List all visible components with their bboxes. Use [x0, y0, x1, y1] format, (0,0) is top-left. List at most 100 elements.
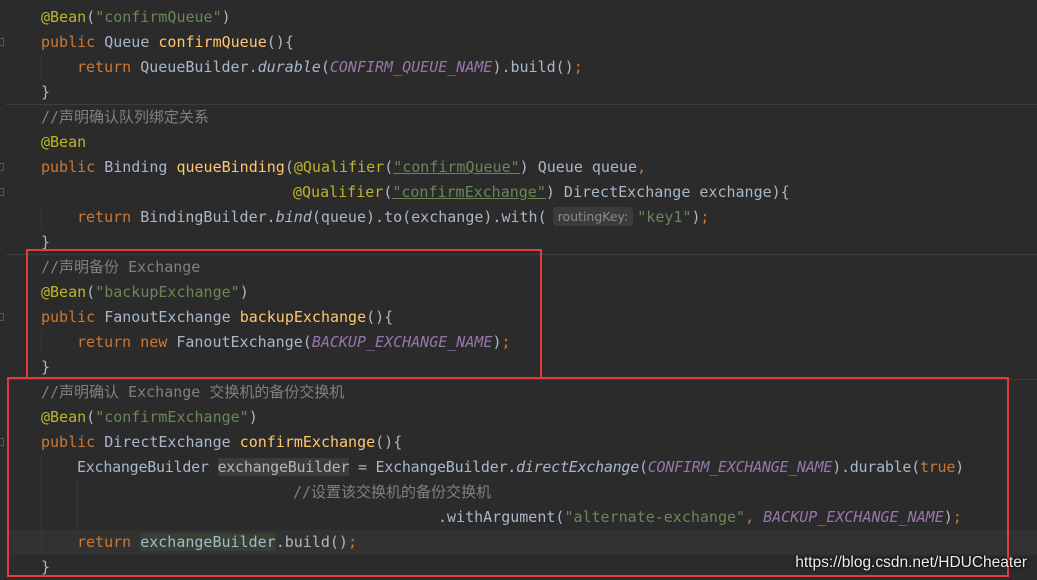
indent-guide — [77, 480, 78, 530]
code-text: ( — [284, 158, 294, 176]
code-line-21[interactable]: .withArgument("alternate-exchange", BACK… — [438, 505, 962, 530]
constant: CONFIRM_EXCHANGE_NAME — [647, 458, 833, 476]
code-line-3[interactable]: return QueueBuilder.durable(CONFIRM_QUEU… — [77, 55, 583, 80]
code-line-10[interactable]: } — [41, 230, 50, 255]
code-line-1[interactable]: @Bean("confirmQueue") — [41, 5, 231, 30]
annotation: @Qualifier — [293, 183, 384, 201]
code-text: ( — [86, 8, 96, 26]
code-text: } — [41, 233, 51, 251]
code-text: ( — [639, 458, 648, 476]
code-line-11[interactable]: //声明备份 Exchange — [41, 255, 200, 280]
code-line-18[interactable]: public DirectExchange confirmExchange(){ — [41, 430, 402, 455]
code-text: ) — [955, 458, 964, 476]
code-text: DirectExchange — [95, 433, 240, 451]
code-line-2[interactable]: public Queue confirmQueue(){ — [41, 30, 294, 55]
code-text: Queue — [95, 33, 159, 51]
code-line-13[interactable]: public FanoutExchange backupExchange(){ — [41, 305, 393, 330]
fold-marker-icon[interactable] — [0, 38, 4, 46]
code-line-8[interactable]: @Qualifier("confirmExchange") DirectExch… — [293, 180, 790, 205]
code-line-20[interactable]: //设置该交换机的备份交换机 — [293, 480, 491, 505]
code-line-16[interactable]: //声明确认 Exchange 交换机的备份交换机 — [41, 380, 344, 405]
code-text: } — [41, 83, 51, 101]
fold-marker-icon[interactable] — [0, 438, 4, 446]
code-text: BindingBuilder. — [131, 208, 276, 226]
string-literal: "confirmQueue" — [95, 8, 222, 26]
code-text: FanoutExchange — [95, 308, 240, 326]
keyword: public — [41, 158, 96, 176]
variable-highlight[interactable]: exchangeBuilder — [140, 533, 276, 551]
semicolon: ; — [952, 508, 962, 526]
comma: , — [745, 508, 764, 526]
annotation: @Bean — [41, 133, 87, 151]
keyword: return — [77, 58, 132, 76]
code-text: .withArgument( — [438, 508, 565, 526]
keyword: public — [41, 33, 96, 51]
static-call: durable — [257, 58, 321, 76]
code-text: ) Queue queue — [519, 158, 638, 176]
keyword: return — [77, 533, 132, 551]
annotation: @Bean — [41, 8, 87, 26]
watermark: https://blog.csdn.net/HDUCheater — [795, 554, 1027, 571]
keyword: return — [77, 208, 132, 226]
code-text: } — [41, 358, 51, 376]
code-editor[interactable]: @Bean("confirmQueue") public Queue confi… — [0, 0, 1037, 580]
code-text: (){ — [375, 433, 403, 451]
code-text: ( — [86, 408, 96, 426]
code-text: } — [41, 558, 51, 576]
method-name: queueBinding — [176, 158, 285, 176]
code-text: (){ — [266, 33, 294, 51]
code-line-22[interactable]: return exchangeBuilder.build(); — [77, 530, 357, 555]
indent-guide — [41, 455, 42, 555]
keyword: return — [77, 333, 132, 351]
code-text: Binding — [95, 158, 177, 176]
code-line-19[interactable]: ExchangeBuilder exchangeBuilder = Exchan… — [77, 455, 964, 480]
semicolon: ; — [700, 208, 710, 226]
keyword: public — [41, 308, 96, 326]
keyword: new — [140, 333, 168, 351]
code-line-9[interactable]: return BindingBuilder.bind(queue).to(exc… — [77, 205, 710, 230]
semicolon: ; — [501, 333, 511, 351]
annotation: @Bean — [41, 283, 87, 301]
annotation: @Bean — [41, 408, 87, 426]
string-literal[interactable]: "confirmQueue" — [393, 158, 519, 176]
string-literal: "key1" — [637, 208, 692, 226]
code-text: ( — [320, 58, 330, 76]
code-line-12[interactable]: @Bean("backupExchange") — [41, 280, 249, 305]
method-name: confirmExchange — [239, 433, 376, 451]
semicolon: ; — [347, 533, 357, 551]
keyword: public — [41, 433, 96, 451]
parameter-hint: routingKey: — [552, 207, 634, 226]
fold-marker-icon[interactable] — [0, 188, 4, 196]
code-line-17[interactable]: @Bean("confirmExchange") — [41, 405, 258, 430]
code-text: ) — [248, 408, 258, 426]
string-literal[interactable]: "confirmExchange" — [392, 183, 546, 201]
code-text: ( — [383, 183, 393, 201]
code-line-5[interactable]: //声明确认队列绑定关系 — [41, 105, 209, 130]
code-text: FanoutExchange( — [167, 333, 312, 351]
code-text: QueueBuilder. — [131, 58, 258, 76]
code-line-6[interactable]: @Bean — [41, 130, 86, 155]
code-text: = ExchangeBuilder. — [349, 458, 517, 476]
keyword: true — [920, 458, 956, 476]
variable-highlight[interactable]: exchangeBuilder — [217, 458, 349, 476]
code-text: (){ — [366, 308, 394, 326]
code-line-15[interactable]: } — [41, 355, 50, 380]
code-line-7[interactable]: public Binding queueBinding(@Qualifier("… — [41, 155, 646, 180]
indent-guide — [41, 205, 42, 230]
comment: //声明确认 Exchange 交换机的备份交换机 — [41, 383, 345, 401]
static-call: directExchange — [516, 458, 639, 476]
string-literal: "backupExchange" — [95, 283, 240, 301]
method-name: backupExchange — [239, 308, 367, 326]
code-line-14[interactable]: return new FanoutExchange(BACKUP_EXCHANG… — [77, 330, 511, 355]
editor-gutter — [0, 0, 8, 580]
semicolon: ; — [573, 58, 583, 76]
fold-marker-icon[interactable] — [0, 313, 4, 321]
code-line-4[interactable]: } — [41, 80, 50, 105]
comma: , — [637, 158, 647, 176]
fold-marker-icon[interactable] — [0, 163, 4, 171]
code-text: ( — [384, 158, 394, 176]
code-text: (queue).to(exchange).with( — [311, 208, 547, 226]
indent-guide — [41, 330, 42, 355]
code-line-23[interactable]: } — [41, 555, 50, 580]
